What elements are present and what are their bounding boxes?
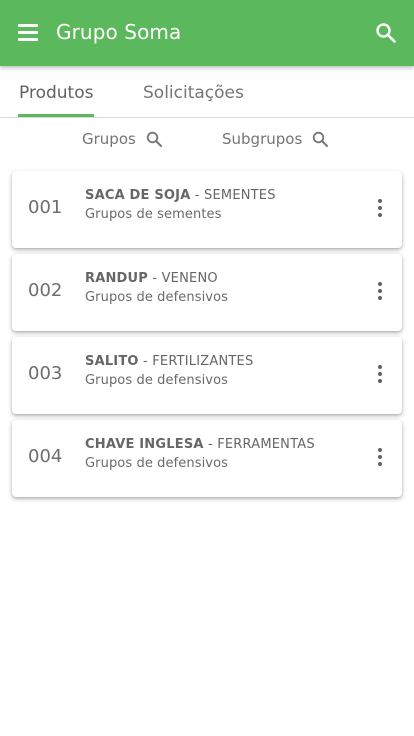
product-name: SACA DE SOJA [85, 188, 191, 203]
app-bar: Grupo Soma [0, 0, 414, 66]
more-options-icon[interactable] [372, 448, 388, 470]
grupos-filter-button[interactable]: Grupos [82, 130, 163, 148]
product-title: RANDUP - VENENO [85, 271, 218, 286]
app-title: Grupo Soma [56, 20, 182, 44]
search-icon [313, 131, 329, 147]
product-card[interactable]: 003 SALITO - FERTILIZANTES Grupos de def… [12, 337, 402, 414]
product-title: CHAVE INGLESA - FERRAMENTAS [85, 437, 315, 452]
more-options-icon[interactable] [372, 282, 388, 304]
product-name: SALITO [85, 354, 139, 369]
hamburger-menu-icon[interactable] [18, 24, 38, 42]
more-options-icon[interactable] [372, 365, 388, 387]
product-category: SEMENTES [204, 188, 276, 203]
product-card[interactable]: 001 SACA DE SOJA - SEMENTES Grupos de se… [12, 171, 402, 248]
tab-bar: Produtos Solicitações [0, 66, 414, 118]
product-category: VENENO [161, 271, 218, 286]
grupos-filter-label: Grupos [82, 130, 136, 148]
subgrupos-filter-button[interactable]: Subgrupos [222, 130, 329, 148]
product-code: 002 [28, 280, 63, 301]
title-separator: - [203, 437, 218, 452]
tab-solicitacoes[interactable]: Solicitações [143, 83, 244, 103]
product-card[interactable]: 004 CHAVE INGLESA - FERRAMENTAS Grupos d… [12, 420, 402, 497]
product-card[interactable]: 002 RANDUP - VENENO Grupos de defensivos [12, 254, 402, 331]
product-name: RANDUP [85, 271, 149, 286]
tab-produtos[interactable]: Produtos [19, 83, 93, 103]
product-code: 001 [28, 197, 63, 218]
product-code: 003 [28, 363, 63, 384]
filter-bar: Grupos Subgrupos [0, 128, 414, 152]
product-group: Grupos de defensivos [85, 456, 229, 471]
title-separator: - [190, 188, 205, 203]
product-group: Grupos de defensivos [85, 290, 229, 305]
product-category: FERTILIZANTES [152, 354, 254, 369]
title-separator: - [138, 354, 153, 369]
product-title: SALITO - FERTILIZANTES [85, 354, 253, 369]
search-icon[interactable] [375, 22, 397, 44]
subgrupos-filter-label: Subgrupos [222, 130, 303, 148]
title-separator: - [148, 271, 162, 286]
product-category: FERRAMENTAS [217, 437, 315, 452]
search-icon [146, 131, 162, 147]
product-group: Grupos de defensivos [85, 373, 229, 388]
product-title: SACA DE SOJA - SEMENTES [85, 188, 276, 203]
more-options-icon[interactable] [372, 199, 388, 221]
active-tab-indicator [18, 114, 94, 117]
product-name: CHAVE INGLESA [85, 437, 204, 452]
product-code: 004 [28, 446, 63, 467]
product-group: Grupos de sementes [85, 207, 222, 222]
